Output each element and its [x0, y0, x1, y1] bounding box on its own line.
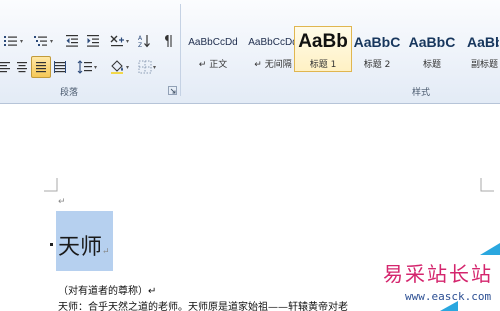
style-normal[interactable]: AaBbCcDd ↵ 正文 — [183, 26, 243, 72]
chevron-down-icon: ▾ — [49, 37, 53, 45]
style-sample: AaBbCcDd — [248, 36, 298, 48]
margin-corner-mark — [480, 178, 494, 192]
svg-text:Z: Z — [138, 42, 142, 48]
borders-button[interactable]: ▾ — [134, 56, 160, 78]
paragraph-group-label: 段落 — [60, 88, 79, 98]
style-sample: AaBbC — [353, 34, 401, 50]
style-sample: AaBb — [298, 31, 348, 52]
style-subtitle[interactable]: AaBbC 副标题 — [462, 26, 500, 72]
shading-button[interactable]: ▾ — [106, 56, 132, 78]
chevron-down-icon: ▾ — [125, 37, 129, 45]
increase-indent-icon — [87, 35, 99, 47]
align-left-icon — [0, 62, 10, 73]
line-spacing-button[interactable]: ▾ — [74, 56, 100, 78]
style-name: 标题 1 — [309, 60, 337, 70]
chevron-down-icon: ▾ — [93, 63, 97, 71]
numbering-icon — [3, 36, 17, 46]
distributed-align-button[interactable] — [51, 56, 69, 78]
chevron-down-icon: ▾ — [125, 63, 129, 71]
style-heading-2[interactable]: AaBbC 标题 2 — [352, 26, 402, 72]
style-sample: AaBbCcDd — [188, 36, 238, 48]
chinese-layout-icon — [110, 35, 124, 47]
group-divider — [180, 4, 181, 96]
body-text-line[interactable]: （对有道者的尊称）↵ — [58, 282, 156, 297]
style-name: 标题 — [422, 60, 441, 70]
multilevel-list-icon — [33, 36, 47, 46]
paint-bucket-icon — [110, 60, 123, 74]
document-heading[interactable]: 天师↵ — [58, 229, 110, 261]
justify-icon — [36, 62, 46, 73]
numbering-button[interactable]: ▾ — [0, 30, 26, 52]
style-name: ↵ 正文 — [198, 60, 228, 70]
style-sample: AaBbC — [467, 34, 499, 50]
pilcrow-icon — [165, 35, 172, 47]
sort-icon: A Z — [138, 35, 150, 48]
style-name: 标题 2 — [363, 60, 391, 70]
body-text-line[interactable]: 天师：合乎天然之道的老师。天师原是道家始祖——轩辕黄帝对老 — [58, 298, 348, 311]
watermark-text: 易采站长站 — [383, 262, 493, 286]
align-left-button[interactable] — [0, 56, 13, 78]
ribbon: ▾ ▾ ▾ A Z ▾ ▾ ▾ 段落 AaBbCcDd ↵ 正文 AaBbCcD… — [0, 0, 500, 104]
line-spacing-icon — [77, 60, 92, 74]
margin-corner-mark — [44, 178, 58, 192]
chinese-layout-button[interactable]: ▾ — [106, 30, 132, 52]
show-formatting-marks-button[interactable] — [158, 30, 176, 52]
justify-button[interactable] — [31, 56, 51, 78]
paragraph-mark: ↵ — [58, 197, 66, 207]
style-title[interactable]: AaBbC 标题 — [407, 26, 457, 72]
style-heading-1[interactable]: AaBb 标题 1 — [294, 26, 352, 72]
heading-text: 天师 — [58, 235, 103, 260]
decrease-indent-icon — [66, 35, 78, 47]
multilevel-list-button[interactable]: ▾ — [30, 30, 56, 52]
chevron-down-icon: ▾ — [152, 63, 156, 71]
style-sample: AaBbC — [408, 34, 456, 50]
increase-indent-button[interactable] — [83, 30, 103, 52]
svg-text:A: A — [138, 35, 143, 42]
style-name: ↵ 无间隔 — [254, 60, 292, 70]
paragraph-mark: ↵ — [102, 247, 110, 257]
dialog-launcher-icon[interactable] — [168, 86, 177, 95]
distributed-align-icon — [54, 61, 66, 73]
align-center-icon — [17, 62, 27, 73]
styles-group-label: 样式 — [412, 88, 431, 98]
style-name: 副标题 — [471, 60, 499, 70]
watermark-url: www.easck.com — [405, 290, 492, 303]
chevron-down-icon: ▾ — [19, 37, 23, 45]
document-gap — [0, 104, 500, 134]
borders-icon — [138, 60, 152, 74]
decrease-indent-button[interactable] — [62, 30, 82, 52]
sort-button[interactable]: A Z — [134, 30, 154, 52]
list-bullet — [50, 243, 53, 246]
align-center-button[interactable] — [13, 56, 31, 78]
